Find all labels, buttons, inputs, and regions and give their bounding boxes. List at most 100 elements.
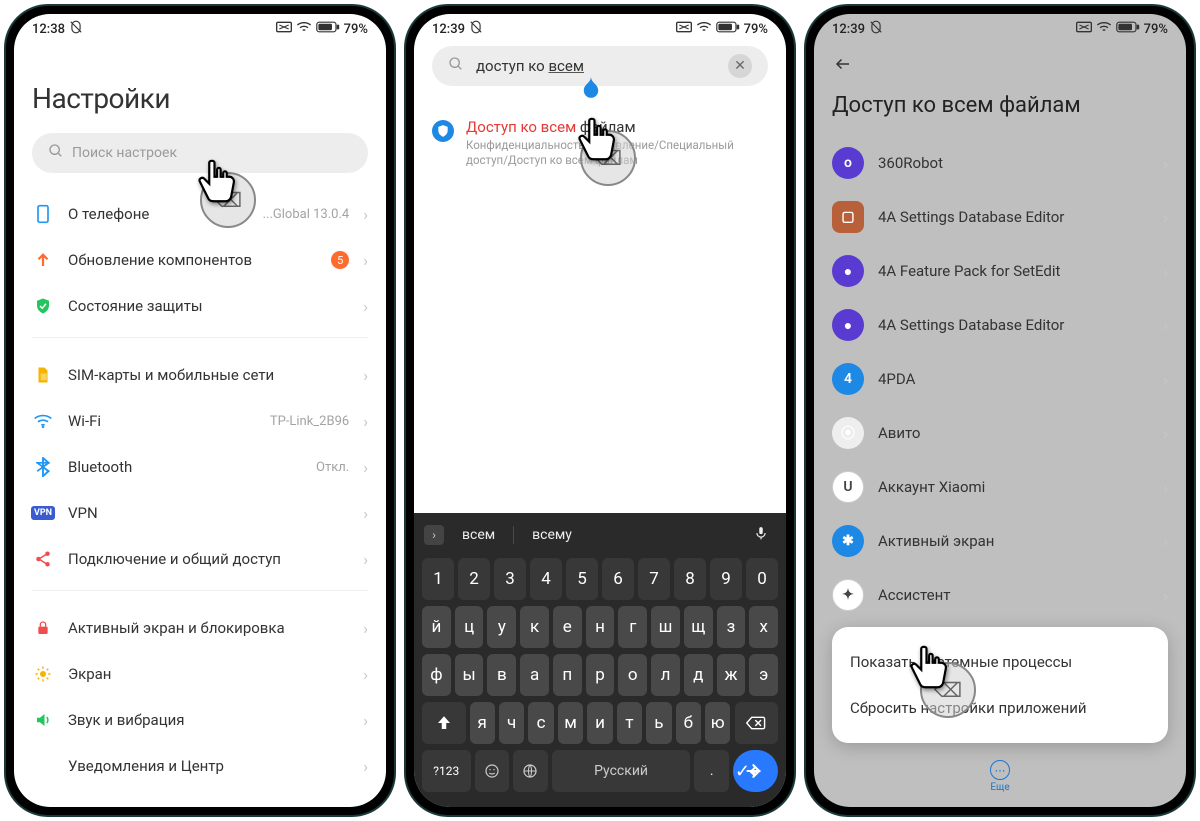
app-row[interactable]: ✦Ассистент› [832,568,1168,622]
key-6[interactable]: 6 [602,558,634,600]
key-4[interactable]: 4 [530,558,562,600]
app-icon: ✱ [832,525,864,557]
chevron-right-icon: › [1163,586,1168,605]
numeric-key[interactable]: ?123 [422,750,471,792]
key-л[interactable]: л [651,654,680,696]
key-ц[interactable]: ц [455,606,484,648]
settings-item[interactable]: BluetoothОткл.› [32,444,368,490]
settings-item-label: VPN [68,504,349,522]
key-ш[interactable]: ш [651,606,680,648]
key-я[interactable]: я [470,702,495,744]
key-с[interactable]: с [528,702,553,744]
key-у[interactable]: у [487,606,516,648]
app-icon: ▢ [832,201,864,233]
space-key[interactable]: Русский [552,750,691,792]
shift-key[interactable] [422,702,466,744]
key-т[interactable]: т [617,702,642,744]
expand-icon[interactable]: › [424,525,444,545]
wifi-icon [32,410,54,432]
battery-icon [316,21,340,37]
key-1[interactable]: 1 [422,558,454,600]
divider [32,337,368,338]
key-н[interactable]: н [586,606,615,648]
key-д[interactable]: д [684,654,713,696]
chevron-right-icon: › [1163,370,1168,389]
key-ы[interactable]: ы [455,654,484,696]
app-row[interactable]: o360Robot› [832,136,1168,190]
sun-icon [32,663,54,685]
suggestion[interactable]: всему [520,523,584,547]
menu-show-system[interactable]: Показать системные процессы [850,639,1150,685]
app-row[interactable]: 44PDA› [832,352,1168,406]
app-row[interactable]: ✱Активный экран› [832,514,1168,568]
key-ф[interactable]: ф [422,654,451,696]
language-key[interactable] [513,750,548,792]
settings-item[interactable]: Звук и вибрация› [32,697,368,743]
key-з[interactable]: з [717,606,746,648]
app-row[interactable]: ●4A Settings Database Editor› [832,298,1168,352]
app-row[interactable]: ▢4A Settings Database Editor› [832,190,1168,244]
search-icon [448,56,464,76]
app-row[interactable]: ●4A Feature Pack for SetEdit› [832,244,1168,298]
settings-item[interactable]: Wi-FiTP-Link_2B96› [32,398,368,444]
settings-item[interactable]: Экран› [32,651,368,697]
period-key[interactable]: . [694,750,729,792]
search-query: доступ ко всем [472,57,720,75]
app-row[interactable]: ⦿Авито› [832,406,1168,460]
app-label: 4A Settings Database Editor [878,208,1149,226]
key-г[interactable]: г [618,606,647,648]
key-б[interactable]: б [676,702,701,744]
key-х[interactable]: х [749,606,778,648]
sim-icon [32,364,54,386]
key-9[interactable]: 9 [710,558,742,600]
key-ю[interactable]: ю [705,702,730,744]
key-ь[interactable]: ь [646,702,671,744]
key-7[interactable]: 7 [638,558,670,600]
key-р[interactable]: р [586,654,615,696]
search-input[interactable]: Поиск настроек [32,133,368,173]
back-button[interactable] [832,46,1168,93]
key-й[interactable]: й [422,606,451,648]
key-5[interactable]: 5 [566,558,598,600]
key-п[interactable]: п [553,654,582,696]
key-8[interactable]: 8 [674,558,706,600]
speaker-icon [32,709,54,731]
card-icon [276,21,292,37]
search-input[interactable]: доступ ко всем ✕ [432,46,768,86]
settings-item-label: Экран [68,665,349,683]
settings-item[interactable]: Активный экран и блокировка› [32,605,368,651]
suggestion[interactable]: всем [450,523,507,547]
settings-item[interactable]: Обновление компонентов5› [32,237,368,283]
settings-item[interactable]: VPNVPN› [32,490,368,536]
key-ч[interactable]: ч [499,702,524,744]
more-button[interactable]: ⋯ Еще [814,760,1186,793]
app-row[interactable]: UАккаунт Xiaomi› [832,460,1168,514]
mic-icon[interactable] [754,524,776,546]
key-к[interactable]: к [520,606,549,648]
key-а[interactable]: а [520,654,549,696]
enter-key[interactable]: ✓ [733,750,778,792]
settings-item[interactable]: Состояние защиты› [32,283,368,329]
chevron-right-icon: › [1163,478,1168,497]
key-3[interactable]: 3 [494,558,526,600]
settings-item[interactable]: SIM-карты и мобильные сети› [32,352,368,398]
emoji-key[interactable] [475,750,510,792]
app-label: Аккаунт Xiaomi [878,478,1149,496]
key-м[interactable]: м [558,702,583,744]
settings-item[interactable]: Подключение и общий доступ› [32,536,368,582]
key-0[interactable]: 0 [746,558,778,600]
clear-search-button[interactable]: ✕ [728,54,752,78]
key-и[interactable]: и [587,702,612,744]
backspace-key[interactable] [735,702,779,744]
settings-item[interactable]: Уведомления и Центр› [32,743,368,789]
key-щ[interactable]: щ [684,606,713,648]
menu-reset-app-prefs[interactable]: Сбросить настройки приложений [850,685,1150,731]
key-е[interactable]: е [553,606,582,648]
key-в[interactable]: в [487,654,516,696]
key-э[interactable]: э [749,654,778,696]
key-ж[interactable]: ж [717,654,746,696]
key-2[interactable]: 2 [458,558,490,600]
key-о[interactable]: о [618,654,647,696]
settings-item-value: ...Global 13.0.4 [263,207,350,222]
bluetooth-icon [32,456,54,478]
